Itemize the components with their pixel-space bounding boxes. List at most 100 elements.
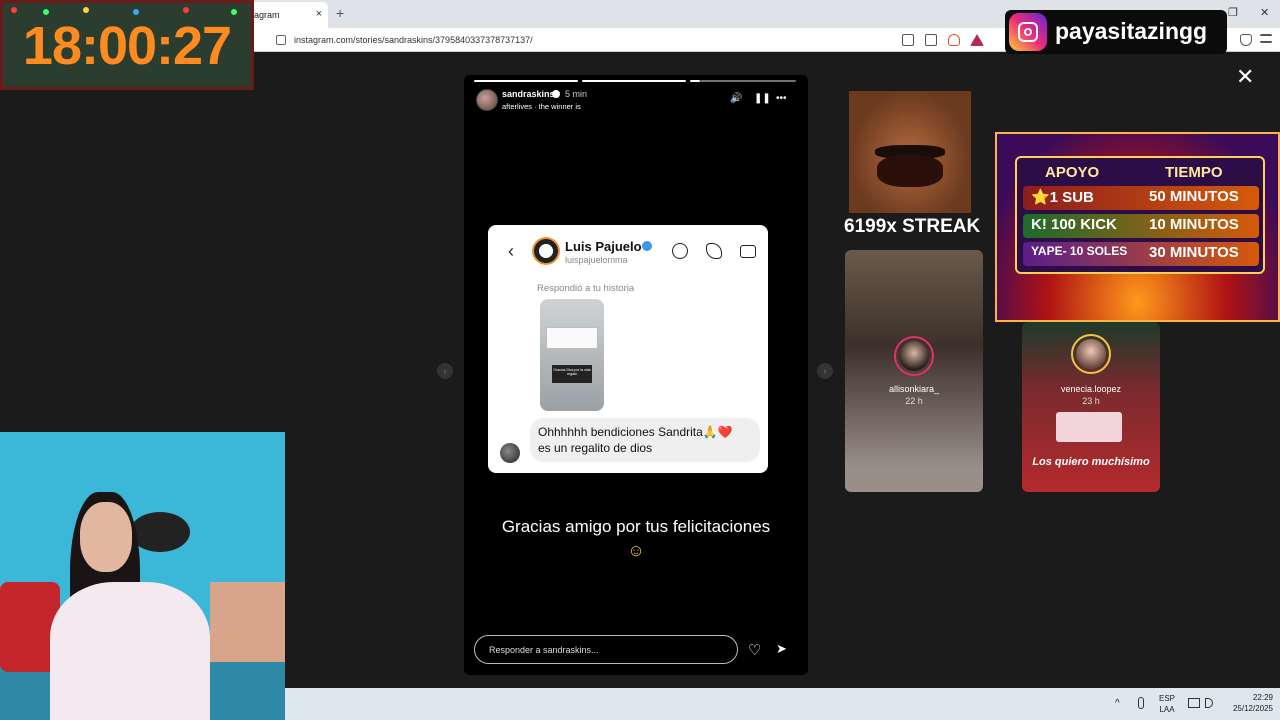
- dm-message-line-1: Ohhhhhh bendiciones Sandrita🙏❤️: [538, 425, 733, 439]
- previous-story-icon[interactable]: ‹: [437, 363, 453, 379]
- tab-title: agram: [254, 10, 280, 20]
- panel-header-support: APOYO: [1045, 164, 1100, 181]
- streak-label: 6199x STREAK: [844, 216, 981, 237]
- dm-video-icon: [740, 245, 756, 258]
- support-panel-table: APOYO TIEMPO ⭐1 SUB 50 MINUTOS K! 100 KI…: [1015, 156, 1265, 274]
- dm-name: Luis Pajuelo: [565, 239, 642, 254]
- panel-row-3: YAPE- 10 SOLES 30 MINUTOS: [1023, 242, 1259, 266]
- dm-message-bubble: Ohhhhhh bendiciones Sandrita🙏❤️ es un re…: [530, 418, 760, 462]
- side-story-2-image: [1056, 412, 1122, 442]
- menu-icon[interactable]: [1260, 34, 1272, 43]
- webcam-plush: [130, 512, 190, 552]
- meme-mouth: [877, 155, 943, 187]
- language-line-1[interactable]: ESP: [1157, 694, 1177, 703]
- side-story-1-ring: [894, 336, 934, 376]
- microphone-icon[interactable]: [1138, 697, 1144, 709]
- progress-bar-3-remaining: [700, 80, 796, 82]
- instagram-logo-lens: [1024, 28, 1032, 36]
- side-story-2-avatar: [1076, 339, 1106, 369]
- clock-date-tray[interactable]: 25/12/2025: [1223, 704, 1273, 713]
- dm-screenshot: ‹ Luis Pajuelo luispajuelomma Respondió …: [488, 225, 768, 473]
- clock-time: 18:00:27: [22, 16, 232, 76]
- panel-header-time: TIEMPO: [1165, 164, 1223, 181]
- panel-row-2-left: K! 100 KICK: [1031, 216, 1117, 233]
- story-caption: Gracias amigo por tus felicitaciones ☺: [464, 515, 808, 563]
- windows-taskbar: ^ ESP LAA 22:29 25/12/2025: [285, 688, 1280, 720]
- dm-story-thumbnail: Gracias Dios por la vida regalo: [540, 299, 604, 411]
- stream-clock-overlay: 18:00:27: [0, 0, 254, 90]
- screen-cast-icon[interactable]: [902, 34, 914, 46]
- story-music[interactable]: afterlives · the winner is: [502, 102, 581, 111]
- meme-face-image: [849, 91, 971, 213]
- caption-text: Gracias amigo por tus felicitaciones: [501, 517, 771, 536]
- dm-verified-icon: [642, 241, 652, 251]
- share-icon[interactable]: [925, 34, 937, 46]
- panel-row-2-right: 10 MINUTOS: [1149, 216, 1239, 233]
- webcam-overlay: [0, 432, 285, 720]
- story-frame: sandraskins 5 min afterlives · the winne…: [464, 75, 808, 675]
- side-story-1-avatar: [899, 341, 929, 371]
- brave-shield-icon[interactable]: [948, 34, 960, 46]
- side-story-2-ring: [1071, 334, 1111, 374]
- instagram-logo-icon: [1009, 13, 1047, 51]
- dm-handle: luispajuelomma: [565, 255, 628, 265]
- volume-tray-icon[interactable]: [1205, 698, 1213, 708]
- dm-phone-icon: [706, 243, 722, 259]
- browser-tab[interactable]: agram ×: [250, 2, 328, 28]
- brave-rewards-icon[interactable]: [970, 34, 984, 46]
- string-light: [83, 7, 89, 13]
- reply-input[interactable]: Responder a sandraskins...: [474, 635, 738, 664]
- webcam-bed: [210, 582, 285, 662]
- volume-icon[interactable]: 🔊: [730, 93, 742, 104]
- panel-row-1-left: ⭐1 SUB: [1031, 189, 1094, 206]
- dm-avatar: [532, 237, 560, 265]
- next-story-icon[interactable]: ›: [817, 363, 833, 379]
- verified-icon: [552, 90, 560, 98]
- side-story-1[interactable]: allisonkiara_ 22 h: [845, 250, 983, 492]
- instagram-handle-overlay: payasitazingg: [1005, 10, 1227, 54]
- panel-row-1: ⭐1 SUB 50 MINUTOS: [1023, 186, 1259, 210]
- side-story-2-time: 23 h: [1082, 396, 1100, 406]
- dm-link-icon: [672, 243, 688, 259]
- story-time: 5 min: [565, 89, 588, 99]
- send-icon[interactable]: ➤: [776, 641, 787, 657]
- screen: agram × + — ❐ ✕ instagram.com/stories/sa…: [0, 0, 1280, 720]
- close-viewer-icon[interactable]: ✕: [1236, 64, 1254, 90]
- thumbnail-text: Gracias Dios por la vida regalo: [552, 365, 592, 383]
- language-line-2[interactable]: LAA: [1157, 705, 1177, 714]
- clock-time-tray[interactable]: 22:29: [1223, 693, 1273, 702]
- progress-bar-1: [474, 80, 578, 82]
- string-light: [183, 7, 189, 13]
- story-avatar[interactable]: [476, 89, 498, 111]
- support-panel-overlay: APOYO TIEMPO ⭐1 SUB 50 MINUTOS K! 100 KI…: [995, 132, 1280, 322]
- side-story-2[interactable]: venecia.loopez 23 h Los quiero muchísimo: [1022, 322, 1160, 492]
- pause-icon[interactable]: ❚❚: [754, 93, 771, 104]
- url-field[interactable]: instagram.com/stories/sandraskins/379584…: [274, 31, 894, 49]
- dm-message-line-2: es un regalito de dios: [538, 441, 653, 455]
- progress-bar-2: [582, 80, 686, 82]
- story-username[interactable]: sandraskins: [502, 89, 555, 99]
- panel-row-3-left: YAPE- 10 SOLES: [1031, 244, 1128, 258]
- progress-bar-3: [690, 80, 700, 82]
- network-icon[interactable]: [1188, 698, 1200, 708]
- tab-close-icon[interactable]: ×: [316, 8, 322, 20]
- caption-emoji: ☺: [627, 541, 645, 560]
- instagram-handle: payasitazingg: [1055, 18, 1208, 44]
- webcam-person-shirt: [50, 582, 210, 720]
- maximize-icon[interactable]: ❐: [1228, 6, 1238, 19]
- vpn-shield-icon[interactable]: [1240, 34, 1252, 46]
- side-story-1-time: 22 h: [905, 396, 923, 406]
- window-close-icon[interactable]: ✕: [1260, 6, 1269, 19]
- back-arrow-icon: ‹: [508, 241, 514, 261]
- thumbnail-paper: [546, 327, 598, 349]
- side-story-2-text: Los quiero muchísimo: [1032, 456, 1150, 468]
- tray-chevron-icon[interactable]: ^: [1115, 698, 1120, 709]
- panel-row-2: K! 100 KICK 10 MINUTOS: [1023, 214, 1259, 238]
- new-tab-icon[interactable]: +: [336, 5, 344, 21]
- more-options-icon[interactable]: •••: [776, 93, 787, 104]
- side-story-1-name: allisonkiara_: [888, 384, 940, 394]
- dm-message-avatar: [500, 443, 520, 463]
- panel-row-3-right: 30 MINUTOS: [1149, 244, 1239, 261]
- like-icon[interactable]: ♡: [748, 641, 761, 659]
- panel-row-1-right: 50 MINUTOS: [1149, 188, 1239, 205]
